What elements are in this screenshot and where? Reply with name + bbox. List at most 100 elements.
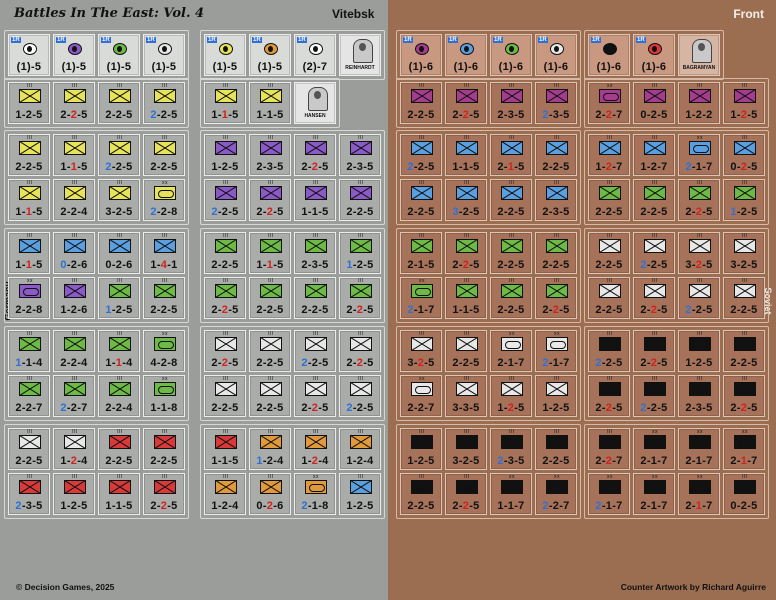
german-unit-counter[interactable]: III 2-2-4 xyxy=(98,375,140,417)
soviet-unit-counter[interactable]: III 1-2-5 xyxy=(723,179,765,221)
german-unit-counter[interactable]: III 2-3-5 xyxy=(8,473,50,515)
german-unit-counter[interactable]: III 1-1-5 xyxy=(8,179,50,221)
german-unit-counter[interactable]: xx 1-1-8 xyxy=(143,375,185,417)
german-unit-counter[interactable]: III 1-1-5 xyxy=(53,134,95,176)
soviet-unit-counter[interactable]: III 2-3-5 xyxy=(535,82,577,124)
soviet-unit-counter[interactable]: III 2-2-5 xyxy=(633,179,675,221)
soviet-unit-counter[interactable]: III 2-2-5 xyxy=(588,232,630,274)
soviet-unit-counter[interactable]: III 3-2-5 xyxy=(445,428,487,470)
german-unit-counter[interactable]: III 1-1-5 xyxy=(249,82,291,124)
german-unit-counter[interactable]: III 0-2-6 xyxy=(249,473,291,515)
german-unit-counter[interactable]: III 1-2-4 xyxy=(204,473,246,515)
german-hq-counter[interactable]: 1R (1)-5 xyxy=(8,34,50,76)
german-unit-counter[interactable]: III 2-2-5 xyxy=(339,330,381,372)
soviet-hq-counter[interactable]: 1R (1)-6 xyxy=(588,34,630,76)
soviet-unit-counter[interactable]: III 2-2-5 xyxy=(490,232,532,274)
soviet-unit-counter[interactable]: xx 2-2-7 xyxy=(400,375,442,417)
german-unit-counter[interactable]: III 2-2-5 xyxy=(143,428,185,470)
german-unit-counter[interactable]: xx 2-2-8 xyxy=(143,179,185,221)
soviet-unit-counter[interactable]: III 2-2-5 xyxy=(633,375,675,417)
soviet-unit-counter[interactable]: III 2-2-5 xyxy=(633,277,675,319)
soviet-unit-counter[interactable]: xx 2-1-7 xyxy=(723,428,765,470)
soviet-unit-counter[interactable]: III 1-2-5 xyxy=(490,375,532,417)
soviet-unit-counter[interactable]: III 2-2-5 xyxy=(723,330,765,372)
german-unit-counter[interactable]: III 3-2-5 xyxy=(98,179,140,221)
soviet-unit-counter[interactable]: III 2-3-5 xyxy=(678,375,720,417)
soviet-unit-counter[interactable]: III 2-2-5 xyxy=(535,134,577,176)
german-unit-counter[interactable]: III 1-1-4 xyxy=(98,330,140,372)
soviet-unit-counter[interactable]: III 2-3-5 xyxy=(490,82,532,124)
german-unit-counter[interactable]: III 2-2-5 xyxy=(339,179,381,221)
german-unit-counter[interactable]: III 2-2-5 xyxy=(294,330,336,372)
german-leader-counter[interactable]: REINHARDT xyxy=(339,34,381,76)
german-unit-counter[interactable]: III 2-2-5 xyxy=(294,277,336,319)
soviet-unit-counter[interactable]: III 2-2-5 xyxy=(490,277,532,319)
german-unit-counter[interactable]: III 1-2-6 xyxy=(53,277,95,319)
german-unit-counter[interactable]: III 2-2-5 xyxy=(249,375,291,417)
soviet-unit-counter[interactable]: III 2-2-7 xyxy=(588,428,630,470)
soviet-unit-counter[interactable]: III 2-1-5 xyxy=(490,134,532,176)
soviet-unit-counter[interactable]: III 2-2-5 xyxy=(535,428,577,470)
german-unit-counter[interactable]: III 1-1-5 xyxy=(204,428,246,470)
german-unit-counter[interactable]: III 2-2-5 xyxy=(8,428,50,470)
soviet-unit-counter[interactable]: III 1-2-5 xyxy=(678,330,720,372)
soviet-unit-counter[interactable]: III 3-2-5 xyxy=(723,232,765,274)
german-unit-counter[interactable]: III 2-2-5 xyxy=(294,375,336,417)
german-unit-counter[interactable]: III 2-2-5 xyxy=(98,82,140,124)
german-unit-counter[interactable]: III 2-3-5 xyxy=(339,134,381,176)
german-unit-counter[interactable]: III 2-3-5 xyxy=(249,134,291,176)
german-hq-counter[interactable]: 1R (1)-5 xyxy=(53,34,95,76)
german-unit-counter[interactable]: III 0-2-6 xyxy=(98,232,140,274)
soviet-unit-counter[interactable]: III 1-1-5 xyxy=(445,134,487,176)
german-unit-counter[interactable]: III 1-2-5 xyxy=(53,473,95,515)
german-unit-counter[interactable]: xx 2-1-8 xyxy=(294,473,336,515)
soviet-unit-counter[interactable]: III 2-2-5 xyxy=(723,277,765,319)
soviet-unit-counter[interactable]: III 1-2-5 xyxy=(400,428,442,470)
soviet-unit-counter[interactable]: III 2-2-5 xyxy=(588,277,630,319)
soviet-unit-counter[interactable]: xx 1-1-7 xyxy=(490,473,532,515)
german-unit-counter[interactable]: III 2-2-5 xyxy=(204,375,246,417)
german-unit-counter[interactable]: III 2-2-5 xyxy=(98,134,140,176)
german-unit-counter[interactable]: III 2-2-5 xyxy=(249,277,291,319)
soviet-unit-counter[interactable]: III 2-2-5 xyxy=(588,330,630,372)
soviet-unit-counter[interactable]: III 0-2-5 xyxy=(633,82,675,124)
soviet-unit-counter[interactable]: III 2-3-5 xyxy=(535,179,577,221)
soviet-unit-counter[interactable]: III 1-2-7 xyxy=(633,134,675,176)
german-unit-counter[interactable]: III 2-2-5 xyxy=(8,134,50,176)
german-unit-counter[interactable]: xx 4-2-8 xyxy=(143,330,185,372)
soviet-unit-counter[interactable]: III 2-2-5 xyxy=(633,232,675,274)
soviet-unit-counter[interactable]: III 3-2-5 xyxy=(400,330,442,372)
german-unit-counter[interactable]: III 1-2-5 xyxy=(339,473,381,515)
german-hq-counter[interactable]: 1R (2)-7 xyxy=(294,34,336,76)
soviet-unit-counter[interactable]: III 2-2-5 xyxy=(445,330,487,372)
german-unit-counter[interactable]: III 2-2-5 xyxy=(294,134,336,176)
german-hq-counter[interactable]: 1R (1)-5 xyxy=(98,34,140,76)
german-hq-counter[interactable]: 1R (1)-5 xyxy=(143,34,185,76)
german-unit-counter[interactable]: III 2-2-4 xyxy=(53,330,95,372)
german-unit-counter[interactable]: III 2-2-5 xyxy=(339,375,381,417)
german-unit-counter[interactable]: III 1-2-4 xyxy=(249,428,291,470)
soviet-unit-counter[interactable]: xx 2-1-7 xyxy=(535,330,577,372)
soviet-hq-counter[interactable]: 1R (1)-6 xyxy=(445,34,487,76)
soviet-unit-counter[interactable]: III 1-2-5 xyxy=(535,375,577,417)
soviet-unit-counter[interactable]: III 2-1-5 xyxy=(400,232,442,274)
soviet-unit-counter[interactable]: xx 2-1-7 xyxy=(490,330,532,372)
german-unit-counter[interactable]: III 1-2-5 xyxy=(339,232,381,274)
soviet-unit-counter[interactable]: III 2-2-5 xyxy=(400,82,442,124)
soviet-unit-counter[interactable]: III 1-2-2 xyxy=(678,82,720,124)
german-hq-counter[interactable]: 1R (1)-5 xyxy=(249,34,291,76)
german-unit-counter[interactable]: III 2-2-5 xyxy=(204,277,246,319)
german-unit-counter[interactable]: III 2-2-5 xyxy=(249,330,291,372)
german-unit-counter[interactable]: III 1-2-4 xyxy=(294,428,336,470)
german-unit-counter[interactable]: III 2-2-7 xyxy=(8,375,50,417)
soviet-unit-counter[interactable]: III 2-2-5 xyxy=(400,134,442,176)
german-unit-counter[interactable]: III 2-2-5 xyxy=(249,179,291,221)
soviet-unit-counter[interactable]: III 2-2-5 xyxy=(588,375,630,417)
german-unit-counter[interactable]: III 1-2-4 xyxy=(339,428,381,470)
soviet-unit-counter[interactable]: III 2-2-5 xyxy=(400,179,442,221)
soviet-hq-counter[interactable]: 1R (1)-6 xyxy=(490,34,532,76)
soviet-hq-counter[interactable]: 1R (1)-6 xyxy=(633,34,675,76)
soviet-unit-counter[interactable]: xx 2-1-7 xyxy=(678,134,720,176)
german-unit-counter[interactable]: III 2-2-5 xyxy=(143,277,185,319)
german-unit-counter[interactable]: III 1-1-5 xyxy=(8,232,50,274)
